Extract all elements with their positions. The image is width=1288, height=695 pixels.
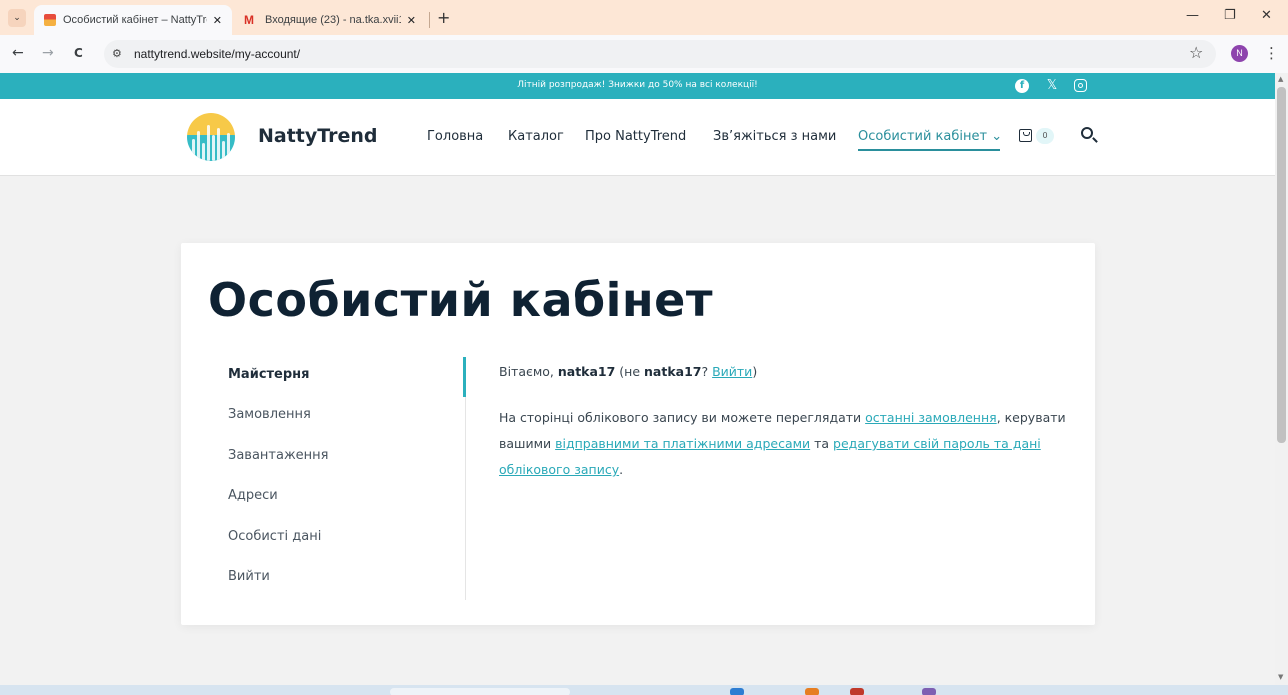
tab-separator	[429, 12, 430, 28]
intro-text: На сторінці облікового запису ви можете …	[499, 410, 1066, 477]
nav-about[interactable]: Про NattyTrend	[585, 129, 686, 144]
search-icon[interactable]	[1081, 127, 1093, 139]
active-nav-indicator	[463, 357, 466, 397]
taskbar-app-icon[interactable]	[730, 688, 744, 695]
page-scrollbar[interactable]: ▲ ▼	[1275, 73, 1288, 685]
x-twitter-icon[interactable]: 𝕏	[1045, 79, 1059, 93]
tab-title: Особистий кабінет – NattyTren	[63, 14, 207, 26]
back-icon[interactable]: ←	[12, 45, 24, 61]
site-settings-icon[interactable]: ⚙	[112, 47, 122, 60]
account-nav-orders[interactable]: Замовлення	[228, 405, 458, 445]
account-card: Особистий кабінет Майстерня Замовлення З…	[181, 243, 1095, 625]
store-favicon-icon	[44, 14, 56, 26]
cart-count-badge: 0	[1036, 128, 1054, 144]
tab-title: Входящие (23) - na.tka.xvii17@	[265, 14, 401, 26]
logo-icon[interactable]	[187, 113, 235, 161]
scroll-thumb[interactable]	[1277, 87, 1286, 443]
taskbar-app-icon[interactable]	[922, 688, 936, 695]
site-header: NattyTrend Головна Каталог Про NattyTren…	[0, 99, 1275, 176]
nav-active-underline	[858, 149, 1000, 151]
cart-icon[interactable]	[1019, 129, 1032, 142]
minimize-icon[interactable]: —	[1186, 8, 1199, 23]
tab-account[interactable]: Особистий кабінет – NattyTren ✕	[34, 5, 232, 35]
instagram-icon[interactable]	[1074, 79, 1087, 92]
nav-catalog[interactable]: Каталог	[508, 129, 564, 144]
nav-account[interactable]: Особистий кабінет ⌄	[858, 129, 1002, 144]
addresses-link[interactable]: відправними та платіжними адресами	[555, 436, 810, 451]
page-title: Особистий кабінет	[208, 273, 714, 327]
scroll-down-icon[interactable]: ▼	[1278, 673, 1283, 681]
address-bar[interactable]: ⚙ nattytrend.website/my-account/	[104, 40, 1216, 68]
browser-toolbar: ← → C ⚙ nattytrend.website/my-account/ ☆…	[0, 35, 1288, 73]
taskbar-search[interactable]	[390, 688, 570, 695]
close-tab-icon[interactable]: ✕	[213, 14, 222, 27]
taskbar-app-icon[interactable]	[805, 688, 819, 695]
restore-icon[interactable]: ❐	[1224, 8, 1236, 23]
facebook-icon[interactable]: f	[1015, 79, 1029, 93]
username: natka17	[557, 364, 616, 379]
username-repeat: natka17	[644, 364, 702, 379]
logout-link[interactable]: Вийти	[712, 364, 752, 379]
account-nav-addresses[interactable]: Адреси	[228, 486, 458, 526]
tab-gmail[interactable]: M Входящие (23) - na.tka.xvii17@ ✕	[234, 5, 426, 35]
browser-tabstrip: ⌄ Особистий кабінет – NattyTren ✕ M Вход…	[0, 0, 1288, 35]
dashboard-content: Вітаємо, natka17 (не natka17? Вийти) На …	[499, 359, 1069, 483]
page-viewport: Літній розпродаж! Знижки до 50% на всі к…	[0, 73, 1275, 685]
url-text[interactable]: nattytrend.website/my-account/	[134, 47, 300, 61]
account-nav-details[interactable]: Особисті дані	[228, 527, 458, 567]
logo-text[interactable]: NattyTrend	[258, 125, 378, 147]
account-navigation: Майстерня Замовлення Завантаження Адреси…	[228, 365, 458, 607]
os-taskbar	[0, 685, 1288, 695]
promo-bar: Літній розпродаж! Знижки до 50% на всі к…	[0, 73, 1275, 99]
taskbar-app-icon[interactable]	[850, 688, 864, 695]
greeting-text: Вітаємо, natka17 (не natka17? Вийти)	[499, 364, 758, 379]
browser-menu-icon[interactable]: ⋮	[1264, 44, 1279, 62]
scroll-up-icon[interactable]: ▲	[1278, 75, 1283, 83]
account-nav-dashboard[interactable]: Майстерня	[228, 365, 458, 405]
reload-icon[interactable]: C	[74, 46, 83, 60]
bookmark-star-icon[interactable]: ☆	[1189, 43, 1203, 62]
profile-avatar[interactable]: N	[1231, 45, 1248, 62]
close-tab-icon[interactable]: ✕	[407, 14, 416, 27]
account-nav-downloads[interactable]: Завантаження	[228, 446, 458, 486]
nav-contact[interactable]: Зв’яжіться з нами	[713, 129, 836, 144]
nav-home[interactable]: Головна	[427, 129, 483, 144]
close-window-icon[interactable]: ✕	[1261, 8, 1272, 23]
tab-list-icon[interactable]: ⌄	[8, 9, 26, 27]
forward-icon[interactable]: →	[42, 45, 54, 61]
gmail-favicon-icon: M	[244, 13, 254, 27]
new-tab-icon[interactable]: +	[437, 8, 450, 27]
account-nav-logout[interactable]: Вийти	[228, 567, 458, 607]
recent-orders-link[interactable]: останні замовлення	[865, 410, 997, 425]
